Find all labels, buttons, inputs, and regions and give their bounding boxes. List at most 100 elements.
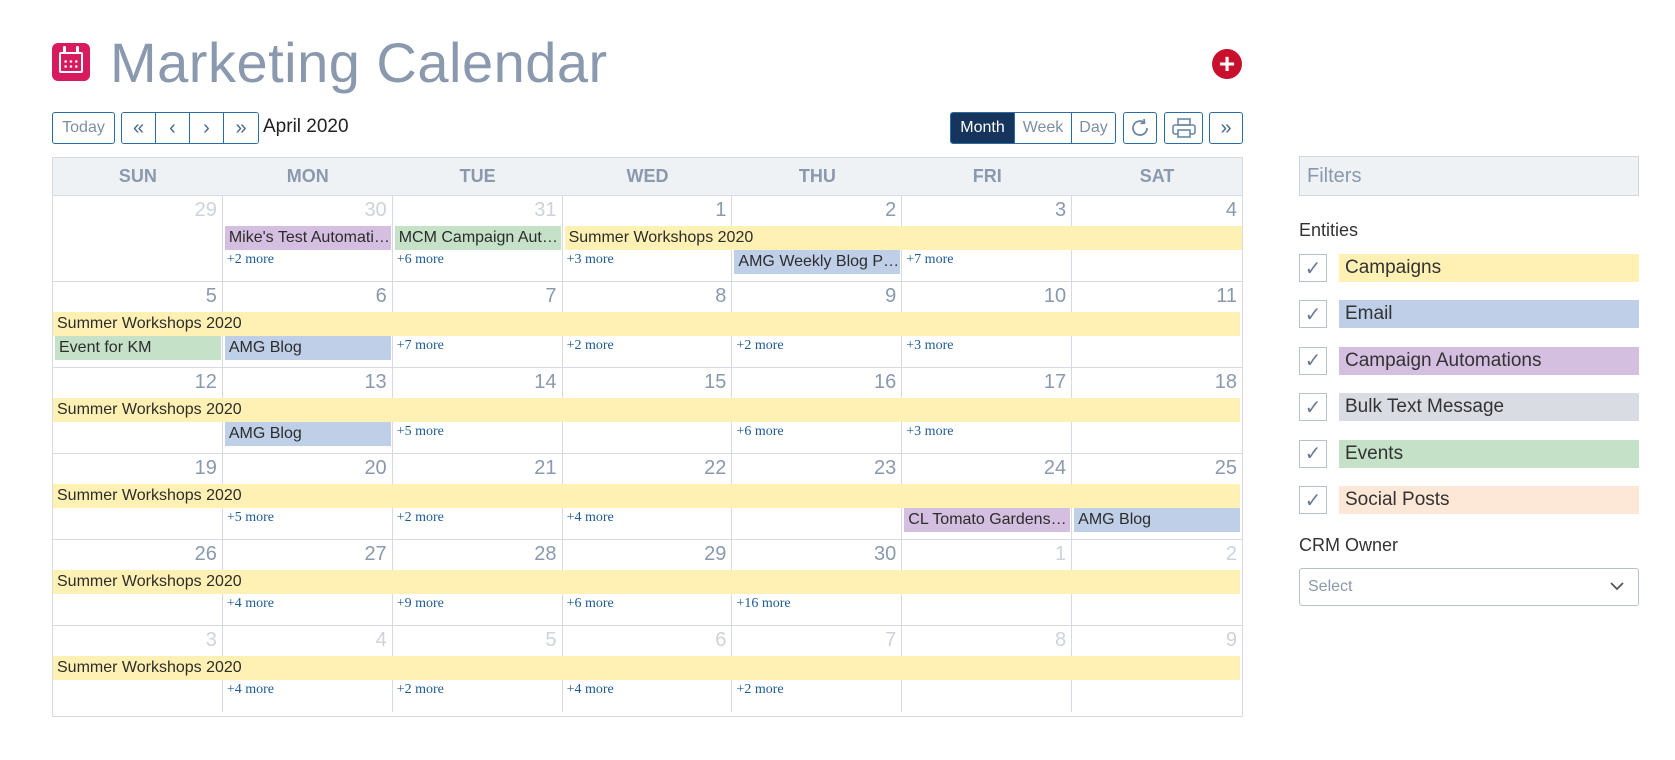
day-number[interactable]: 29	[704, 543, 726, 566]
day-number[interactable]: 4	[1226, 199, 1237, 222]
day-number[interactable]: 8	[715, 285, 726, 308]
day-number[interactable]: 12	[195, 371, 217, 394]
checkbox-checked-icon[interactable]: ✓	[1299, 486, 1327, 514]
day-number[interactable]: 11	[1216, 285, 1237, 308]
calendar-event[interactable]: Summer Workshops 2020	[53, 312, 1240, 336]
entity-filter-label[interactable]: Events	[1339, 439, 1639, 468]
day-number[interactable]: 1	[715, 199, 726, 222]
view-month-button[interactable]: Month	[951, 113, 1015, 143]
more-events-link[interactable]: +3 more	[902, 424, 953, 440]
day-number[interactable]: 7	[885, 629, 896, 652]
day-number[interactable]: 23	[874, 457, 896, 480]
more-events-link[interactable]: +16 more	[732, 596, 790, 612]
checkbox-checked-icon[interactable]: ✓	[1299, 300, 1327, 329]
day-number[interactable]: 10	[1044, 285, 1066, 308]
calendar-event[interactable]: CL Tomato Gardens Automation	[904, 508, 1071, 532]
day-number[interactable]: 5	[206, 285, 217, 308]
day-number[interactable]: 7	[545, 285, 556, 308]
more-events-link[interactable]: +2 more	[223, 252, 274, 268]
more-events-link[interactable]: +2 more	[393, 510, 444, 526]
day-number[interactable]: 16	[874, 371, 896, 394]
more-events-link[interactable]: +7 more	[393, 338, 444, 354]
crm-owner-select[interactable]: Select	[1299, 568, 1639, 606]
more-events-link[interactable]: +3 more	[902, 338, 953, 354]
day-number[interactable]: 22	[704, 457, 726, 480]
more-events-link[interactable]: +5 more	[393, 424, 444, 440]
day-number[interactable]: 31	[534, 199, 556, 222]
entity-filter-label[interactable]: Bulk Text Message	[1339, 393, 1639, 422]
checkbox-checked-icon[interactable]: ✓	[1299, 439, 1327, 468]
day-number[interactable]: 28	[534, 543, 556, 566]
day-number[interactable]: 5	[545, 629, 556, 652]
entity-filter-label[interactable]: Campaigns	[1339, 254, 1639, 282]
day-number[interactable]: 13	[364, 371, 386, 394]
day-number[interactable]: 19	[195, 457, 217, 480]
more-events-link[interactable]: +4 more	[563, 510, 614, 526]
day-number[interactable]: 27	[364, 543, 386, 566]
day-number[interactable]: 25	[1215, 457, 1237, 480]
collapse-sidebar-button[interactable]: »	[1209, 112, 1243, 144]
calendar-day-cell[interactable]: 29	[53, 196, 223, 281]
day-number[interactable]: 4	[376, 629, 387, 652]
today-button[interactable]: Today	[52, 112, 115, 144]
more-events-link[interactable]: +9 more	[393, 596, 444, 612]
day-number[interactable]: 9	[1226, 629, 1237, 652]
day-number[interactable]: 21	[534, 457, 556, 480]
day-number[interactable]: 17	[1044, 371, 1066, 394]
entity-filter-label[interactable]: Social Posts	[1339, 486, 1639, 514]
more-events-link[interactable]: +5 more	[223, 510, 274, 526]
day-number[interactable]: 30	[364, 199, 386, 222]
day-number[interactable]: 1	[1055, 543, 1066, 566]
entity-filter-label[interactable]: Email	[1339, 300, 1639, 329]
day-number[interactable]: 26	[195, 543, 217, 566]
day-number[interactable]: 20	[364, 457, 386, 480]
checkbox-checked-icon[interactable]: ✓	[1299, 254, 1327, 282]
more-events-link[interactable]: +2 more	[563, 338, 614, 354]
calendar-event[interactable]: Summer Workshops 2020	[53, 570, 1240, 594]
day-number[interactable]: 29	[195, 199, 217, 222]
more-events-link[interactable]: +4 more	[223, 682, 274, 698]
add-event-button[interactable]: +	[1212, 49, 1242, 79]
checkbox-checked-icon[interactable]: ✓	[1299, 393, 1327, 422]
more-events-link[interactable]: +2 more	[732, 338, 783, 354]
more-events-link[interactable]: +6 more	[393, 252, 444, 268]
calendar-event[interactable]: AMG Blog	[224, 336, 391, 360]
calendar-event[interactable]: Summer Workshops 2020	[53, 484, 1240, 508]
next-year-icon[interactable]: »	[224, 113, 258, 143]
refresh-button[interactable]	[1123, 112, 1157, 144]
day-number[interactable]: 30	[874, 543, 896, 566]
day-number[interactable]: 2	[1226, 543, 1237, 566]
view-week-button[interactable]: Week	[1015, 113, 1072, 143]
more-events-link[interactable]: +6 more	[732, 424, 783, 440]
day-number[interactable]: 2	[885, 199, 896, 222]
entity-filter-label[interactable]: Campaign Automations	[1339, 346, 1639, 375]
calendar-event[interactable]: Summer Workshops 2020	[53, 656, 1240, 680]
calendar-event[interactable]: MCM Campaign Automation	[394, 226, 561, 250]
calendar-event[interactable]: AMG Weekly Blog Post	[734, 250, 901, 274]
calendar-event[interactable]: Mike's Test Automation	[224, 226, 391, 250]
day-number[interactable]: 9	[885, 285, 896, 308]
next-month-icon[interactable]: ›	[190, 113, 224, 143]
day-number[interactable]: 6	[376, 285, 387, 308]
more-events-link[interactable]: +3 more	[563, 252, 614, 268]
day-number[interactable]: 3	[206, 629, 217, 652]
calendar-event[interactable]: AMG Blog	[1074, 508, 1240, 532]
more-events-link[interactable]: +2 more	[732, 682, 783, 698]
day-number[interactable]: 8	[1055, 629, 1066, 652]
calendar-event[interactable]: Event for KM	[55, 336, 221, 360]
view-day-button[interactable]: Day	[1072, 113, 1115, 143]
checkbox-checked-icon[interactable]: ✓	[1299, 346, 1327, 375]
calendar-event[interactable]: Summer Workshops 2020	[564, 226, 1242, 250]
prev-year-icon[interactable]: «	[122, 113, 156, 143]
day-number[interactable]: 24	[1044, 457, 1066, 480]
day-number[interactable]: 3	[1055, 199, 1066, 222]
more-events-link[interactable]: +6 more	[563, 596, 614, 612]
day-number[interactable]: 15	[704, 371, 726, 394]
calendar-event[interactable]: Summer Workshops 2020	[53, 398, 1240, 422]
more-events-link[interactable]: +4 more	[223, 596, 274, 612]
more-events-link[interactable]: +4 more	[563, 682, 614, 698]
print-button[interactable]	[1164, 112, 1203, 144]
day-number[interactable]: 14	[534, 371, 556, 394]
more-events-link[interactable]: +7 more	[902, 252, 953, 268]
day-number[interactable]: 18	[1215, 371, 1237, 394]
